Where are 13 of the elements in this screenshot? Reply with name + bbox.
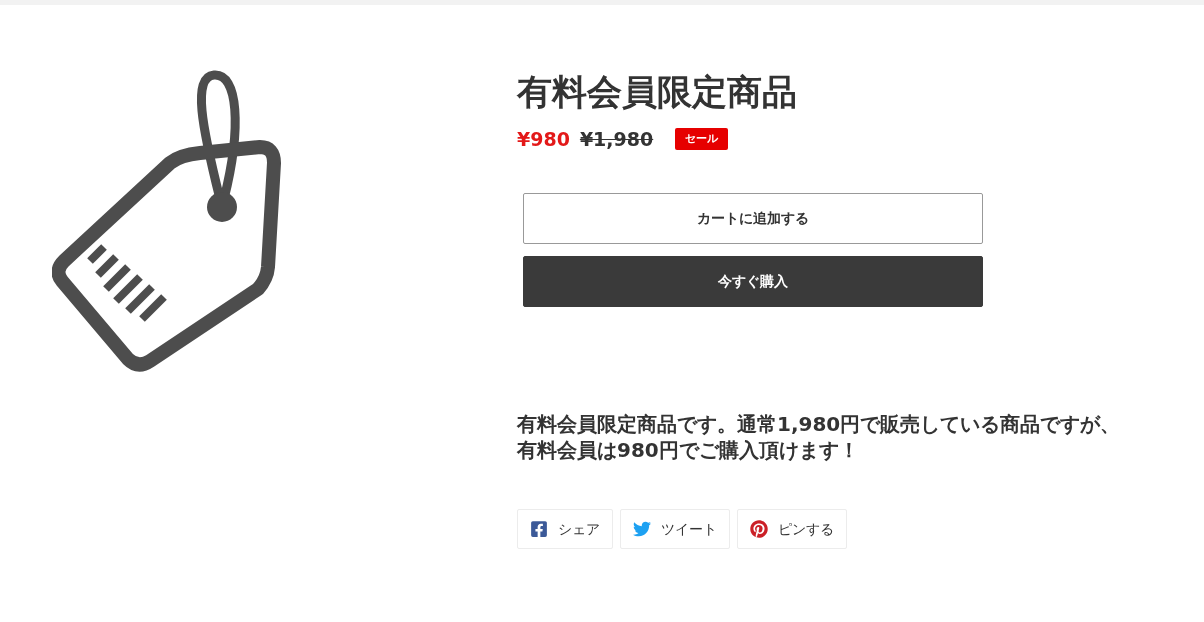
product-description: 有料会員限定商品です。通常1,980円で販売している商品ですが、有料会員は980円でご購入頂けます！ <box>517 411 1122 464</box>
sale-badge: セール <box>675 127 729 151</box>
regular-price: ¥1,980 <box>579 126 654 152</box>
facebook-icon <box>530 520 548 539</box>
share-button[interactable]: シェア <box>517 509 613 550</box>
pinterest-icon <box>750 520 768 539</box>
sale-price: ¥980 <box>517 126 570 152</box>
share-button[interactable]: ピンする <box>737 509 847 550</box>
add-to-cart-button[interactable]: カートに追加する <box>523 193 983 245</box>
buy-now-button[interactable]: 今すぐ購入 <box>523 256 983 308</box>
product-title: 有料会員限定商品 <box>517 71 798 114</box>
twitter-icon <box>633 520 651 539</box>
share-button[interactable]: ツイート <box>620 509 730 550</box>
